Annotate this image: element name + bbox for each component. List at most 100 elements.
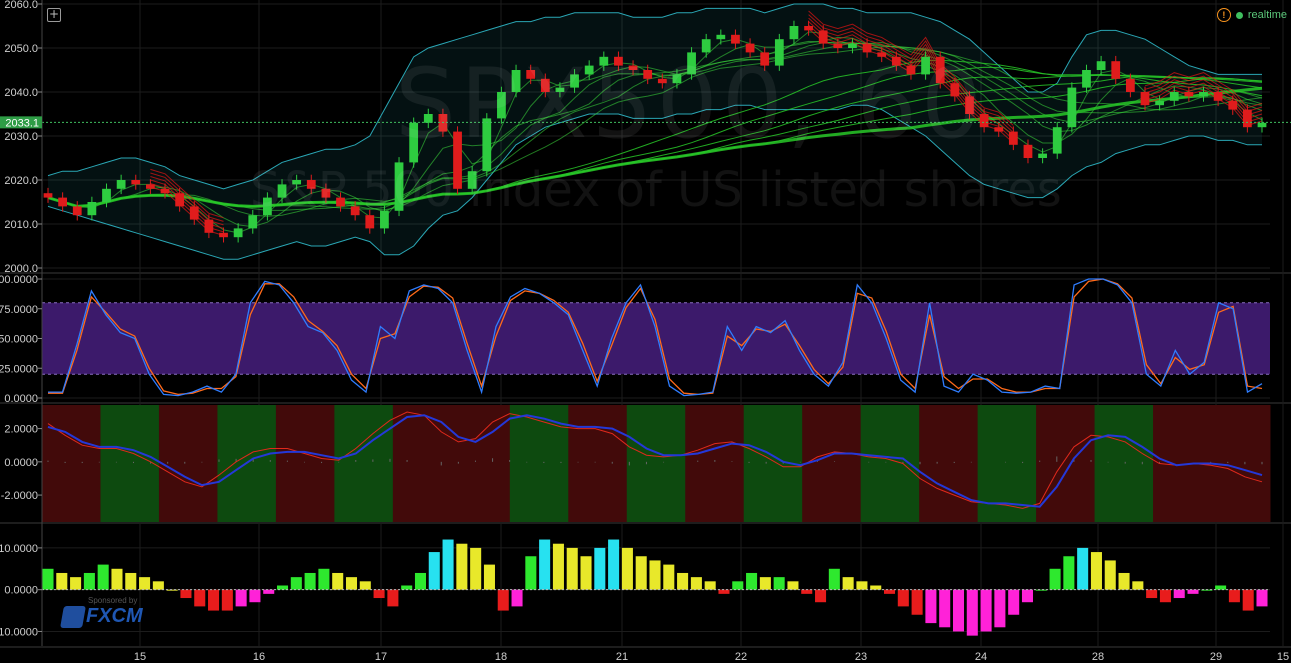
candle-body — [1257, 122, 1267, 128]
momentum-bar — [787, 581, 799, 590]
momentum-y-tick-label: 0.0000 — [4, 585, 38, 597]
momentum-bar — [773, 577, 785, 590]
momentum-bar — [539, 539, 551, 590]
candle-body — [643, 70, 653, 79]
candle-body — [189, 206, 199, 220]
candle-body — [175, 193, 185, 207]
candle-body — [994, 127, 1004, 132]
momentum-bar — [1035, 589, 1047, 591]
candle-body — [745, 43, 755, 53]
stoch-y-tick-label: 0.0000 — [4, 393, 38, 405]
macd-regime-zone — [334, 405, 394, 522]
momentum-bar — [249, 589, 261, 603]
candle-body — [1082, 70, 1091, 88]
candle-body — [160, 188, 170, 194]
candle-body — [145, 184, 155, 189]
candle-body — [833, 43, 843, 48]
momentum-bar — [939, 589, 951, 628]
momentum-bar — [1104, 560, 1116, 590]
momentum-bar — [966, 589, 978, 636]
momentum-bar — [566, 547, 578, 590]
expand-button[interactable]: + — [47, 8, 61, 22]
candle-body — [906, 65, 916, 75]
candle-body — [1096, 61, 1106, 70]
momentum-bar — [1228, 589, 1240, 603]
fxcm-logo[interactable]: Sponsored by FXCM — [60, 596, 143, 628]
stoch-y-tick-label: 100.0000 — [0, 274, 38, 286]
candle-body — [292, 180, 302, 185]
momentum-bar — [870, 585, 882, 590]
momentum-bar — [1159, 589, 1171, 603]
stoch-y-tick-label: 50.0000 — [0, 334, 38, 346]
macd-regime-zone — [451, 405, 511, 522]
momentum-bar — [414, 572, 426, 590]
candle-body — [1067, 87, 1077, 128]
momentum-bar — [608, 539, 620, 590]
candle-body — [467, 171, 477, 189]
candle-body — [204, 219, 214, 233]
macd-y-tick-label: -2.0000 — [1, 490, 38, 502]
candle-body — [350, 206, 360, 216]
momentum-bar — [815, 589, 827, 603]
momentum-bar — [994, 589, 1006, 628]
x-tick-label: 15 — [134, 651, 146, 663]
momentum-bar — [483, 564, 495, 590]
candle-body — [511, 70, 521, 92]
status-dot-icon — [1235, 11, 1243, 19]
momentum-bar — [911, 589, 923, 615]
momentum-bar — [1021, 589, 1033, 603]
x-tick-label: 22 — [735, 651, 747, 663]
momentum-bar — [663, 564, 675, 590]
candle-body — [409, 122, 419, 163]
momentum-bar — [345, 577, 358, 590]
momentum-bar — [290, 577, 302, 590]
candle-body — [58, 197, 68, 207]
candle-body — [1213, 92, 1223, 101]
momentum-bar — [649, 560, 661, 590]
momentum-bar — [111, 568, 123, 590]
momentum-bar — [1063, 556, 1075, 590]
alert-icon[interactable]: ! — [1216, 8, 1231, 22]
trading-chart[interactable]: 15 16 17 18 21 22 23 24 28 29 152000.02010.02020.0… — [0, 0, 1291, 663]
candle-body — [555, 87, 565, 92]
momentum-bar — [580, 556, 592, 590]
momentum-bar — [856, 581, 868, 590]
candle-body — [321, 188, 331, 198]
momentum-bar — [1090, 552, 1102, 590]
momentum-bar — [1132, 581, 1144, 590]
candle-body — [979, 114, 989, 128]
candle-body — [1125, 78, 1135, 92]
momentum-bar — [456, 543, 468, 590]
momentum-bar — [884, 589, 896, 594]
momentum-bar — [442, 539, 454, 590]
candle-body — [1052, 127, 1062, 154]
x-tick-label: 28 — [1092, 651, 1104, 663]
stoch-y-tick-label: 25.0000 — [0, 363, 38, 375]
candle-body — [1140, 92, 1150, 106]
candle-body — [219, 232, 228, 238]
realtime-label[interactable]: realtime — [1248, 9, 1287, 21]
macd-regime-zone — [1094, 405, 1154, 522]
candle-body — [102, 188, 111, 202]
candle-body — [540, 78, 550, 92]
momentum-bar — [1215, 585, 1227, 590]
momentum-bar — [42, 568, 54, 590]
momentum-bar — [56, 572, 68, 590]
momentum-bar — [704, 581, 716, 590]
momentum-bar — [511, 589, 523, 607]
momentum-bar — [525, 556, 537, 590]
momentum-bar — [1077, 547, 1089, 590]
momentum-bar — [166, 589, 178, 591]
momentum-bar — [221, 589, 233, 611]
momentum-bar — [97, 564, 109, 590]
momentum-bar — [925, 589, 937, 624]
candle-body — [263, 197, 272, 216]
candle-body — [1008, 131, 1018, 145]
momentum-bar — [718, 589, 730, 594]
candle-body — [950, 83, 960, 97]
momentum-bar — [194, 589, 206, 607]
fxcm-brand: FXCM — [86, 605, 143, 627]
candle-body — [701, 39, 711, 53]
candle-body — [233, 228, 243, 238]
momentum-bar — [594, 547, 606, 590]
